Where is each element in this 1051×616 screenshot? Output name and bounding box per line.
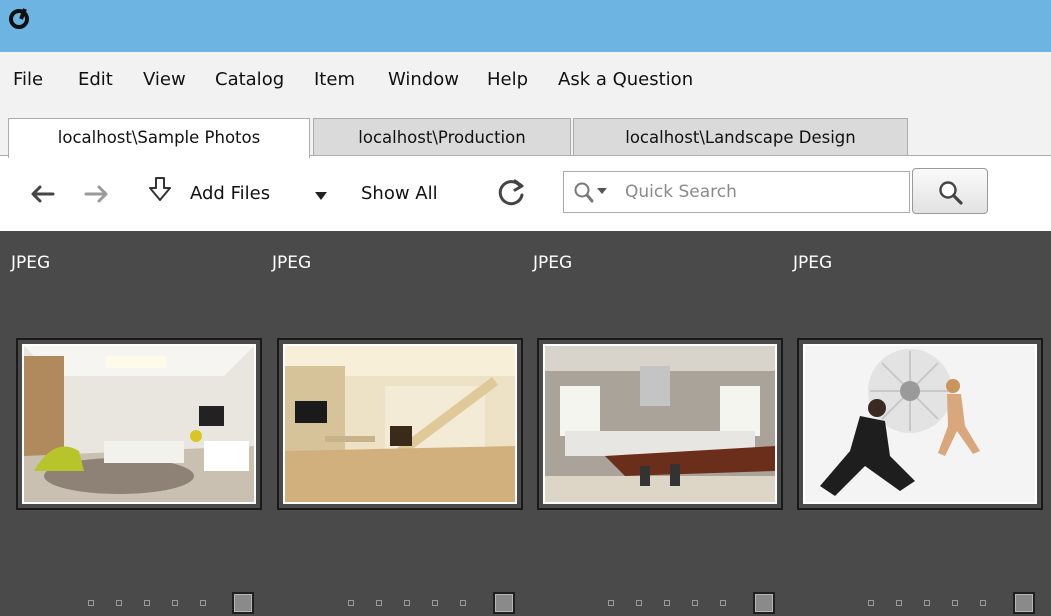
file-type-label: JPEG — [11, 253, 51, 273]
arrow-right-icon[interactable] — [84, 184, 110, 204]
menu-file[interactable]: File — [13, 69, 43, 90]
select-checkbox[interactable] — [753, 592, 775, 614]
rating-dot[interactable] — [432, 600, 438, 606]
select-checkbox[interactable] — [1013, 592, 1035, 614]
quick-search-input[interactable]: Quick Search — [563, 171, 910, 213]
menu-catalog[interactable]: Catalog — [215, 69, 284, 90]
catalog-tab-bar: localhost\Sample Photos localhost\Produc… — [0, 108, 1051, 158]
file-type-label: JPEG — [533, 253, 573, 273]
search-button[interactable] — [912, 168, 988, 214]
rating-dot[interactable] — [172, 600, 178, 606]
file-type-label: JPEG — [793, 253, 833, 273]
menu-view[interactable]: View — [143, 69, 186, 90]
thumbnail-photo-studio[interactable] — [797, 338, 1043, 510]
staircase-room-photo — [285, 346, 515, 502]
add-files-label: Add Files — [190, 183, 271, 204]
rating-dot[interactable] — [980, 600, 986, 606]
search-options-icon[interactable] — [573, 181, 617, 205]
select-checkbox[interactable] — [232, 592, 254, 614]
photo-studio-photo — [805, 346, 1035, 502]
tab-sample-photos[interactable]: localhost\Sample Photos — [8, 118, 310, 158]
thumbnail-staircase-room[interactable] — [277, 338, 523, 510]
rating-dot[interactable] — [348, 600, 354, 606]
rating-dot[interactable] — [404, 600, 410, 606]
refresh-icon[interactable] — [497, 178, 527, 208]
tab-landscape-design[interactable]: localhost\Landscape Design — [573, 118, 908, 156]
thumbnail-kitchen[interactable] — [537, 338, 783, 510]
rating-dot[interactable] — [692, 600, 698, 606]
app-logo-icon — [9, 8, 29, 29]
magnifier-icon — [939, 181, 963, 205]
menu-ask-a-question[interactable]: Ask a Question — [558, 69, 693, 90]
rating-dot[interactable] — [636, 600, 642, 606]
rating-dot[interactable] — [952, 600, 958, 606]
add-files-icon — [149, 177, 171, 201]
rating-dot[interactable] — [664, 600, 670, 606]
show-all-button[interactable]: Show All — [361, 183, 438, 204]
rating-dot[interactable] — [116, 600, 122, 606]
living-room-photo — [24, 346, 254, 502]
chevron-down-icon[interactable] — [314, 191, 328, 201]
menu-bar: File Edit View Catalog Item Window Help … — [0, 52, 1051, 109]
rating-dot[interactable] — [144, 600, 150, 606]
rating-dot[interactable] — [868, 600, 874, 606]
toolbar: Add Files Show All Quick Search — [0, 155, 1051, 231]
rating-dot[interactable] — [720, 600, 726, 606]
menu-item[interactable]: Item — [314, 69, 355, 90]
rating-dot[interactable] — [608, 600, 614, 606]
rating-dot[interactable] — [200, 600, 206, 606]
thumbnail-grid: JPEG JPEG JPEG JPEG — [0, 231, 1051, 616]
select-checkbox[interactable] — [493, 592, 515, 614]
thumbnail-living-room[interactable] — [16, 338, 262, 510]
rating-dot[interactable] — [376, 600, 382, 606]
tab-production[interactable]: localhost\Production — [313, 118, 571, 156]
rating-dot[interactable] — [896, 600, 902, 606]
rating-dot[interactable] — [88, 600, 94, 606]
kitchen-photo — [545, 346, 775, 502]
rating-dot[interactable] — [460, 600, 466, 606]
menu-edit[interactable]: Edit — [78, 69, 113, 90]
arrow-left-icon[interactable] — [29, 184, 55, 204]
menu-help[interactable]: Help — [487, 69, 528, 90]
rating-dot[interactable] — [924, 600, 930, 606]
menu-window[interactable]: Window — [388, 69, 459, 90]
title-bar — [0, 0, 1051, 52]
file-type-label: JPEG — [272, 253, 312, 273]
quick-search-placeholder: Quick Search — [625, 182, 737, 202]
